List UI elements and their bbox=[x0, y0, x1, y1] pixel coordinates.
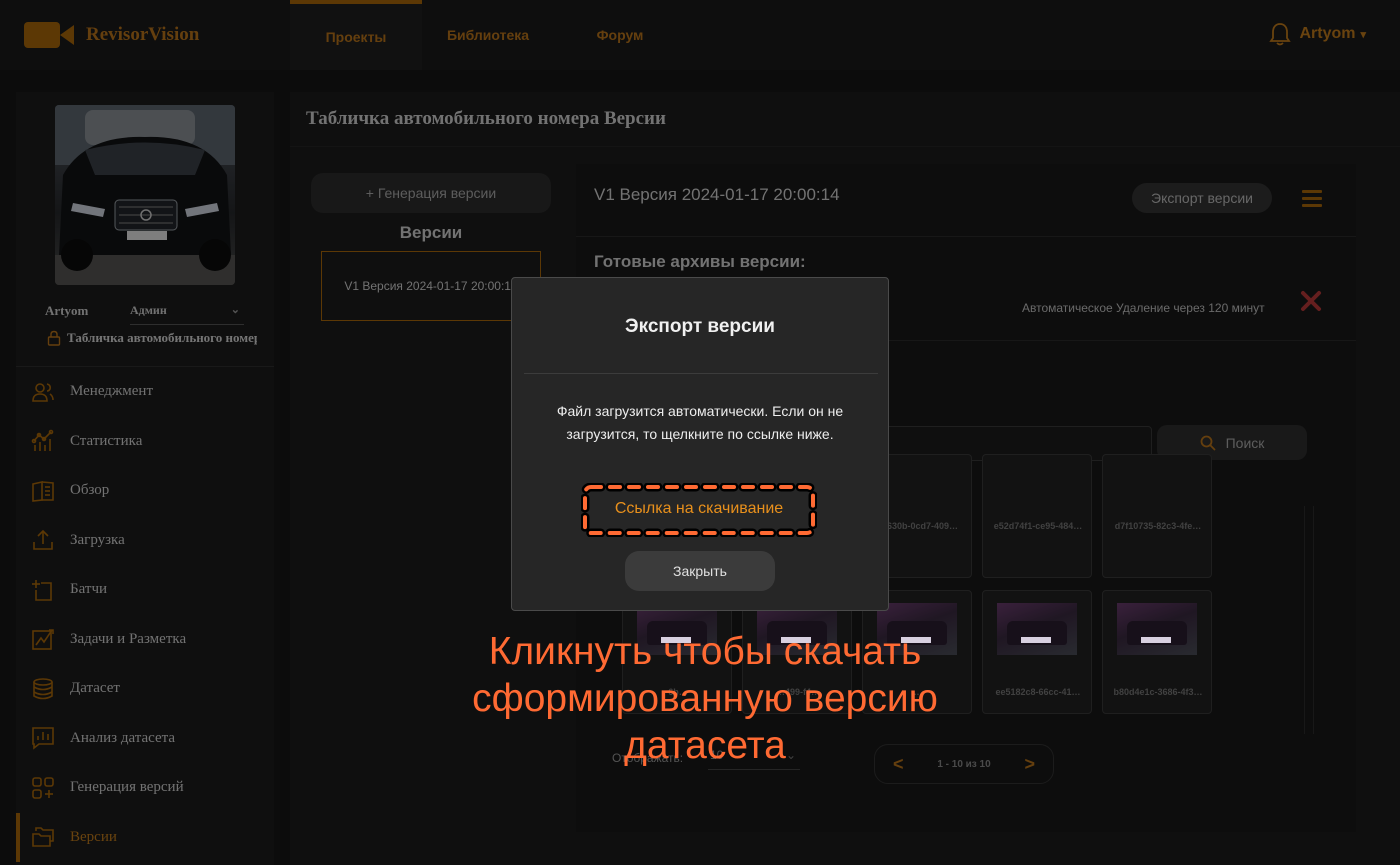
close-button[interactable]: Закрыть bbox=[625, 551, 775, 591]
export-modal: Экспорт версии Файл загрузится автоматич… bbox=[511, 277, 889, 611]
modal-title: Экспорт версии bbox=[625, 316, 775, 337]
download-link-highlight: Ссылка на скачивание bbox=[581, 483, 817, 537]
divider bbox=[524, 373, 878, 374]
instruction-annotation: Кликнуть чтобы скачать сформированную ве… bbox=[472, 630, 938, 767]
modal-message: Файл загрузится автоматически. Если он н… bbox=[556, 403, 844, 442]
download-link[interactable]: Ссылка на скачивание bbox=[581, 500, 817, 518]
